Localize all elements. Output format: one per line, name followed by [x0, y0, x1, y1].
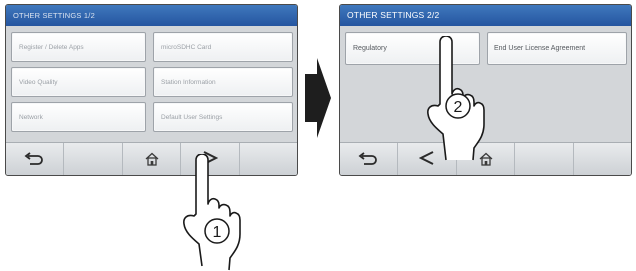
pointing-hand-icon: 1 — [183, 154, 241, 271]
back-button[interactable] — [6, 143, 65, 175]
bottom-nav-bar — [6, 142, 297, 175]
empty-nav-slot — [574, 143, 631, 175]
settings-screen-page-1: OTHER SETTINGS 1/2 Register / Delete App… — [5, 4, 298, 176]
back-icon — [24, 152, 43, 165]
back-icon — [358, 152, 377, 165]
page-title: OTHER SETTINGS 1/2 — [6, 5, 297, 26]
end-user-license-agreement-button[interactable]: End User License Agreement — [487, 32, 627, 65]
back-button[interactable] — [340, 143, 399, 175]
page-title: OTHER SETTINGS 2/2 — [340, 5, 631, 26]
empty-nav-slot — [64, 143, 123, 175]
default-user-settings-button[interactable]: Default User Settings — [153, 102, 293, 132]
pointing-hand-icon: 2 — [427, 36, 485, 161]
empty-nav-slot — [240, 143, 297, 175]
microsdhc-card-button[interactable]: microSDHC Card — [153, 32, 293, 62]
empty-nav-slot — [515, 143, 574, 175]
step-1-label: 1 — [213, 224, 222, 241]
register-delete-apps-button[interactable]: Register / Delete Apps — [11, 32, 146, 62]
video-quality-button[interactable]: Video Quality — [11, 67, 146, 97]
network-button[interactable]: Network — [11, 102, 146, 132]
home-icon — [145, 152, 158, 166]
station-information-button[interactable]: Station Information — [153, 67, 293, 97]
transition-arrow-icon — [305, 58, 331, 138]
step-2-label: 2 — [454, 99, 463, 116]
